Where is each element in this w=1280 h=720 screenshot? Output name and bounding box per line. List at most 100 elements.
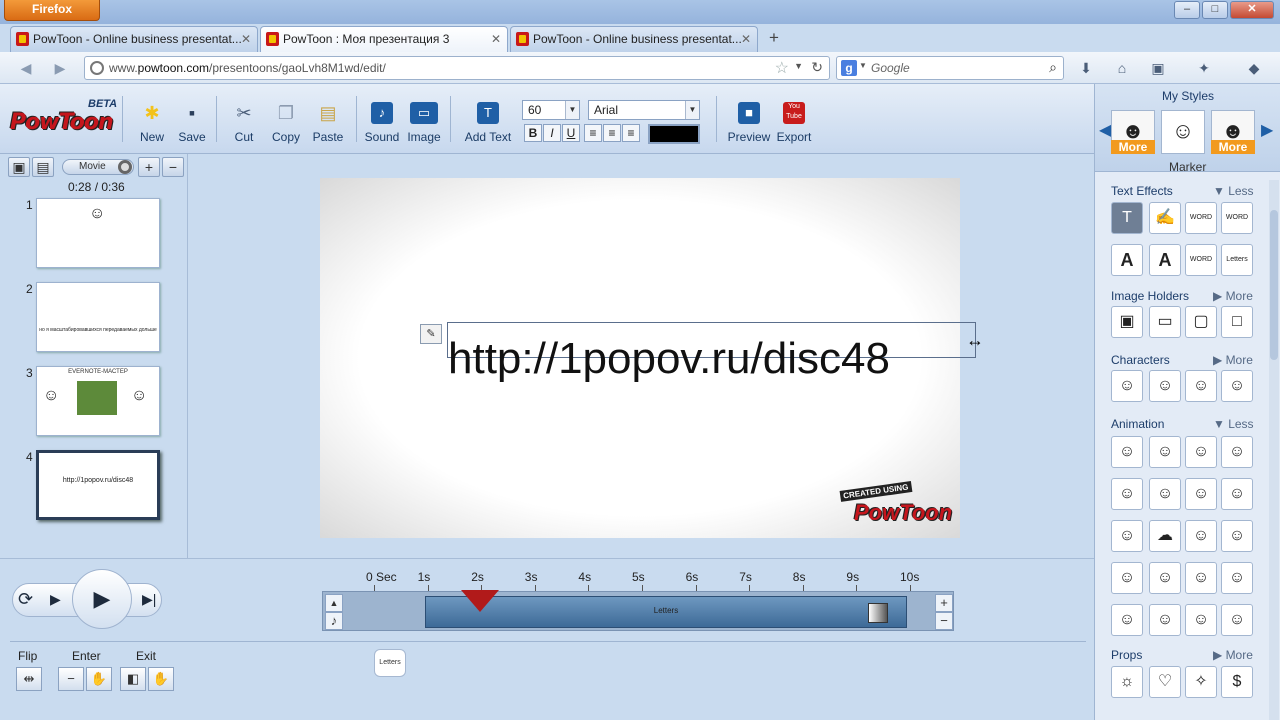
- styles-scrollbar[interactable]: [1269, 180, 1279, 720]
- collapse-up-icon[interactable]: ▲: [325, 594, 343, 612]
- style-tile-marker[interactable]: ☺: [1161, 110, 1205, 154]
- animated-character-icon[interactable]: ☺: [1221, 520, 1253, 552]
- download-icon[interactable]: ⬇: [1076, 58, 1096, 78]
- chevron-down-icon[interactable]: ▼: [565, 101, 579, 119]
- text-effect-tile[interactable]: WORD: [1185, 202, 1217, 234]
- animated-character-icon[interactable]: ☁: [1149, 520, 1181, 552]
- slide-thumbnail-3[interactable]: EVERNOTE-МАСТЕР ☺ ☺: [36, 366, 160, 436]
- star-prop-icon[interactable]: ✧: [1185, 666, 1217, 698]
- animated-character-icon[interactable]: ☺: [1111, 520, 1143, 552]
- animated-character-icon[interactable]: ☺: [1149, 562, 1181, 594]
- firefox-menu-button[interactable]: Firefox: [4, 0, 100, 21]
- font-size-select[interactable]: 60 ▼: [522, 100, 580, 120]
- animated-character-icon[interactable]: ☺: [1111, 604, 1143, 636]
- google-icon[interactable]: g: [841, 60, 857, 76]
- slide-text[interactable]: http://1popov.ru/disc48: [448, 334, 890, 384]
- character-icon[interactable]: ☺: [1149, 370, 1181, 402]
- font-family-select[interactable]: Arial ▼: [588, 100, 700, 120]
- replay-icon[interactable]: ⟳: [18, 589, 33, 610]
- reload-icon[interactable]: ↻: [811, 59, 823, 76]
- lightbulb-icon[interactable]: ☼: [1111, 666, 1143, 698]
- align-center-icon[interactable]: ≡: [603, 124, 621, 142]
- back-arrow-icon[interactable]: ◀: [16, 58, 36, 78]
- maximize-button[interactable]: □: [1202, 1, 1228, 19]
- flip-horizontal-icon[interactable]: ⇹: [16, 667, 42, 691]
- history-dropdown-icon[interactable]: ▼: [794, 61, 803, 71]
- animated-character-icon[interactable]: ☺: [1149, 604, 1181, 636]
- characters-toggle[interactable]: ▶ More: [1213, 353, 1253, 367]
- animated-character-icon[interactable]: ☺: [1221, 604, 1253, 636]
- export-button[interactable]: You Tube Export: [772, 102, 816, 150]
- browser-tab-1[interactable]: PowToon - Online business presentat... ✕: [10, 26, 258, 52]
- animated-character-icon[interactable]: ☺: [1185, 604, 1217, 636]
- extension-icon[interactable]: ◆: [1244, 58, 1264, 78]
- underline-button[interactable]: U: [562, 124, 580, 142]
- scrollbar-thumb[interactable]: [1270, 210, 1278, 360]
- text-effect-tile[interactable]: WORD: [1185, 244, 1217, 276]
- cut-button[interactable]: ✂ Cut: [222, 102, 266, 150]
- animated-character-icon[interactable]: ☺: [1221, 478, 1253, 510]
- italic-button[interactable]: I: [543, 124, 561, 142]
- exit-fade-icon[interactable]: ◧: [120, 667, 146, 691]
- bookmarks-icon[interactable]: ▣: [1148, 58, 1168, 78]
- more-styles-left[interactable]: More: [1111, 140, 1155, 154]
- tab-close-icon[interactable]: ✕: [491, 27, 501, 51]
- tab-close-icon[interactable]: ✕: [741, 27, 751, 51]
- slide-view-icon[interactable]: ▣: [8, 157, 30, 177]
- animation-toggle[interactable]: ▼ Less: [1213, 417, 1254, 431]
- slide-thumbnail-4[interactable]: http://1popov.ru/disc48: [36, 450, 160, 520]
- step-play-icon[interactable]: ▶: [50, 591, 61, 608]
- slide-stage[interactable]: ✎ http://1popov.ru/disc48 ↔ CREATED USIN…: [320, 178, 984, 538]
- edit-text-icon[interactable]: ✎: [420, 324, 442, 344]
- picture-frame-icon[interactable]: ▣: [1111, 306, 1143, 338]
- text-effect-tile[interactable]: T: [1111, 202, 1143, 234]
- props-toggle[interactable]: ▶ More: [1213, 648, 1253, 662]
- new-button[interactable]: ✱ New: [130, 102, 174, 150]
- slide-thumbnail-1[interactable]: ☺: [36, 198, 160, 268]
- zoom-in-button[interactable]: +: [935, 594, 953, 612]
- addon-icon[interactable]: ✦: [1194, 58, 1214, 78]
- add-slide-button[interactable]: +: [138, 157, 160, 177]
- character-icon[interactable]: ☺: [1111, 370, 1143, 402]
- text-effect-tile[interactable]: A: [1149, 244, 1181, 276]
- animated-character-icon[interactable]: ☺: [1185, 436, 1217, 468]
- previous-style-icon[interactable]: ◀: [1099, 120, 1111, 140]
- image-button[interactable]: ▭ Image: [402, 102, 446, 150]
- bold-button[interactable]: B: [524, 124, 542, 142]
- minimize-button[interactable]: –: [1174, 1, 1200, 19]
- text-effect-tile[interactable]: A: [1111, 244, 1143, 276]
- heart-icon[interactable]: ♡: [1149, 666, 1181, 698]
- animated-character-icon[interactable]: ☺: [1111, 436, 1143, 468]
- next-style-icon[interactable]: ▶: [1261, 120, 1273, 140]
- tab-close-icon[interactable]: ✕: [241, 27, 251, 51]
- animated-character-icon[interactable]: ☺: [1185, 520, 1217, 552]
- slide-thumbnail-2[interactable]: но я масштабировавшихся передаваемых дол…: [36, 282, 160, 352]
- text-color-picker[interactable]: [648, 124, 700, 144]
- animated-character-icon[interactable]: ☺: [1221, 436, 1253, 468]
- address-bar[interactable]: www.powtoon.com/presentoons/gaoLvh8M1wd/…: [84, 56, 830, 80]
- home-icon[interactable]: ⌂: [1112, 58, 1132, 78]
- animated-character-icon[interactable]: ☺: [1185, 478, 1217, 510]
- text-effect-tile[interactable]: WORD: [1221, 202, 1253, 234]
- sound-button[interactable]: ♪ Sound: [360, 102, 404, 150]
- exit-hand-icon[interactable]: ✋: [148, 667, 174, 691]
- text-effects-toggle[interactable]: ▼ Less: [1213, 184, 1254, 198]
- tv-icon[interactable]: ▢: [1185, 306, 1217, 338]
- remove-slide-button[interactable]: −: [162, 157, 184, 177]
- align-right-icon[interactable]: ≡: [622, 124, 640, 142]
- search-icon[interactable]: ⌕: [1049, 59, 1057, 76]
- timeline-track[interactable]: ▲ ♪ Letters + −: [322, 590, 954, 631]
- enter-hand-icon[interactable]: ✋: [86, 667, 112, 691]
- movie-mode-toggle[interactable]: Movie: [62, 159, 134, 175]
- save-button[interactable]: ▪ Save: [170, 102, 214, 150]
- image-holders-toggle[interactable]: ▶ More: [1213, 289, 1253, 303]
- browser-tab-2[interactable]: PowToon : Моя презентация 3 ✕: [260, 26, 508, 52]
- animated-character-icon[interactable]: ☺: [1185, 562, 1217, 594]
- chevron-down-icon[interactable]: ▼: [685, 101, 699, 119]
- text-effect-tile[interactable]: Letters: [1221, 244, 1253, 276]
- search-engine-dropdown-icon[interactable]: ▼: [859, 61, 867, 70]
- close-window-button[interactable]: ✕: [1230, 1, 1274, 19]
- character-icon[interactable]: ☺: [1185, 370, 1217, 402]
- zoom-out-button[interactable]: −: [935, 612, 953, 630]
- resize-arrows-icon[interactable]: ↔: [966, 330, 984, 351]
